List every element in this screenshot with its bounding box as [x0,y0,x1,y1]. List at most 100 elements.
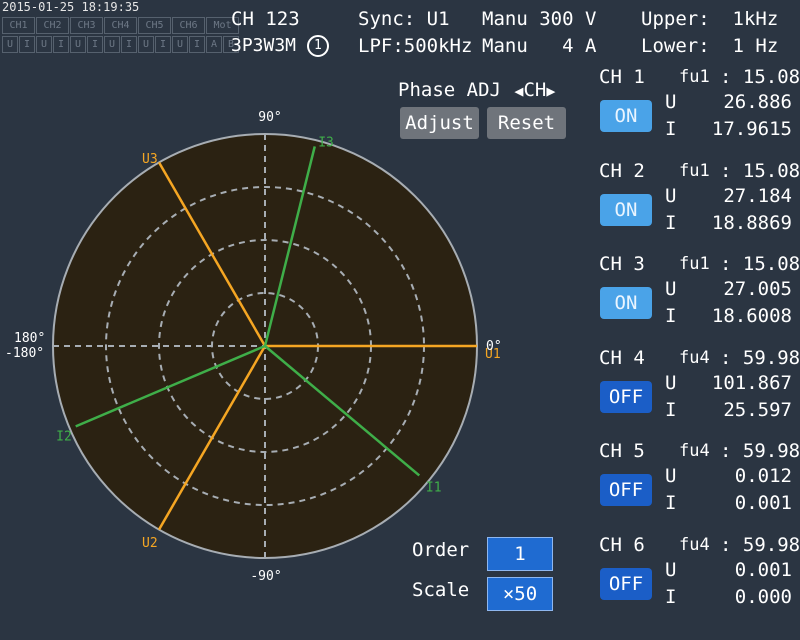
channel-current: 18.6008 [711,305,792,327]
channel-fu-source: fu4 [679,347,710,368]
voltage-symbol: U [665,184,677,207]
wiring-mode: 3P3W3M 1 [231,35,329,57]
input-tab[interactable]: I [189,36,205,53]
channel-name: CH 5 [599,440,645,462]
channel-current: 18.8869 [711,211,792,234]
order-input[interactable]: 1 [487,537,553,571]
upper-frequency: Upper: 1kHz 1 [641,8,800,30]
reset-button[interactable]: Reset [487,107,566,139]
lpf-setting: LPF:500kHz [358,35,473,57]
input-tab[interactable]: U [36,36,52,53]
channel-toggle-button[interactable]: OFF [600,380,652,413]
current-symbol: I [665,492,677,514]
status-header: 2015-01-25 18:19:35 CH1 CH2 CH3 CH4 CH5 … [0,0,800,60]
channel-current: 17.9615 [711,118,792,140]
current-symbol: I [665,211,677,234]
vector-label-u3: U3 [142,152,158,167]
channel-toggle-button[interactable]: ON [600,193,652,226]
channel-tab[interactable]: CH5 [138,17,171,34]
channel-name: CH 1 [599,66,645,88]
ch-next-arrow-icon[interactable]: ▶ [546,82,555,100]
channel-voltage: 26.886 [723,91,792,113]
wiring-label: 3P3W3M [231,35,297,56]
wiring-index-badge: 1 [306,35,329,57]
phase-adj-ch-label: CH [523,79,547,101]
input-tab[interactable]: U [104,36,120,53]
input-tab[interactable]: I [87,36,103,53]
voltage-symbol: U [665,558,677,581]
input-tab[interactable]: A [206,36,222,53]
voltage-range: Manu 300 V [482,8,597,30]
input-tab[interactable]: I [155,36,171,53]
phase-adj-title: Phase ADJ [398,79,501,101]
input-tab[interactable]: U [138,36,154,53]
voltage-symbol: U [665,465,677,487]
channel-tab[interactable]: CH1 [2,17,35,34]
angle-label-180: 180° [14,331,45,346]
input-tab[interactable]: I [19,36,35,53]
channel-fu-source: fu1 [679,160,710,181]
channel-voltage: 27.184 [723,184,792,207]
voltage-symbol: U [665,91,677,113]
channel-frequency: : 59.98 [720,533,800,556]
channel-toggle-button[interactable]: OFF [600,474,652,506]
angle-label-minus-90: -90° [250,569,281,584]
channel-tab[interactable]: CH2 [36,17,69,34]
channel-frequency: : 15.08 [720,66,800,88]
voltage-symbol: U [665,278,677,300]
input-tab[interactable]: U [172,36,188,53]
channel-frequency: : 15.08 [720,253,800,275]
channel-current: 25.597 [723,398,792,421]
channel-voltage: 0.012 [734,465,792,487]
channel-fu-source: fu1 [679,254,710,274]
current-symbol: I [665,305,677,327]
scale-label: Scale [412,579,470,601]
channel-toggle-button[interactable]: ON [600,100,652,132]
channel-tab[interactable]: CH6 [172,17,205,34]
channel-frequency: : 59.98 [720,346,800,369]
input-tab[interactable]: U [70,36,86,53]
channel-voltage: 27.005 [723,278,792,300]
current-symbol: I [665,398,677,421]
input-tab[interactable]: U [2,36,18,53]
channel-fu-source: fu1 [679,67,710,87]
adjust-button[interactable]: Adjust [400,107,479,139]
phase-adj-control: Phase ADJ ◀CH▶ [398,79,555,101]
current-range: Manu 4 A [482,35,597,57]
vector-label-u2: U2 [142,536,158,551]
order-label: Order [412,539,470,561]
channel-frequency: : 15.08 [720,159,800,182]
input-tab[interactable]: I [121,36,137,53]
angle-label-0: 0° [486,339,502,354]
channel-fu-source: fu4 [679,534,710,555]
vector-label-i1: I1 [426,480,442,495]
channel-tab-row: CH1 CH2 CH3 CH4 CH5 CH6 Mot [2,17,240,34]
sync-source: Sync: U1 [358,8,450,30]
channel-voltage: 101.867 [711,371,792,394]
current-symbol: I [665,118,677,140]
channel-frequency: : 59.98 [720,440,800,462]
channel-fu-source: fu4 [679,441,710,461]
angle-label-minus-180: -180° [5,346,44,361]
channel-voltage: 0.001 [734,558,792,581]
current-symbol: I [665,585,677,608]
channel-tab[interactable]: CH3 [70,17,103,34]
channel-current: 0.000 [734,585,792,608]
channel-toggle-button[interactable]: OFF [600,567,652,600]
channel-toggle-button[interactable]: ON [600,287,652,319]
input-tab-row: U I U I U I U I U I U I A B [2,36,240,53]
channel-name: CH 2 [599,159,645,182]
angle-label-90: 90° [258,110,281,125]
channel-current: 0.001 [734,492,792,514]
channel-tab[interactable]: CH4 [104,17,137,34]
channel-group: CH 123 [231,8,300,30]
datetime: 2015-01-25 18:19:35 [2,0,140,14]
scale-selector[interactable]: ×50 [487,577,553,611]
vector-label-i2: I2 [56,430,72,445]
input-tab[interactable]: I [53,36,69,53]
channel-name: CH 3 [599,253,645,275]
lower-frequency: Lower: 1 Hz [641,35,779,57]
voltage-symbol: U [665,371,677,394]
channel-name: CH 6 [599,533,645,556]
channel-name: CH 4 [599,346,645,369]
